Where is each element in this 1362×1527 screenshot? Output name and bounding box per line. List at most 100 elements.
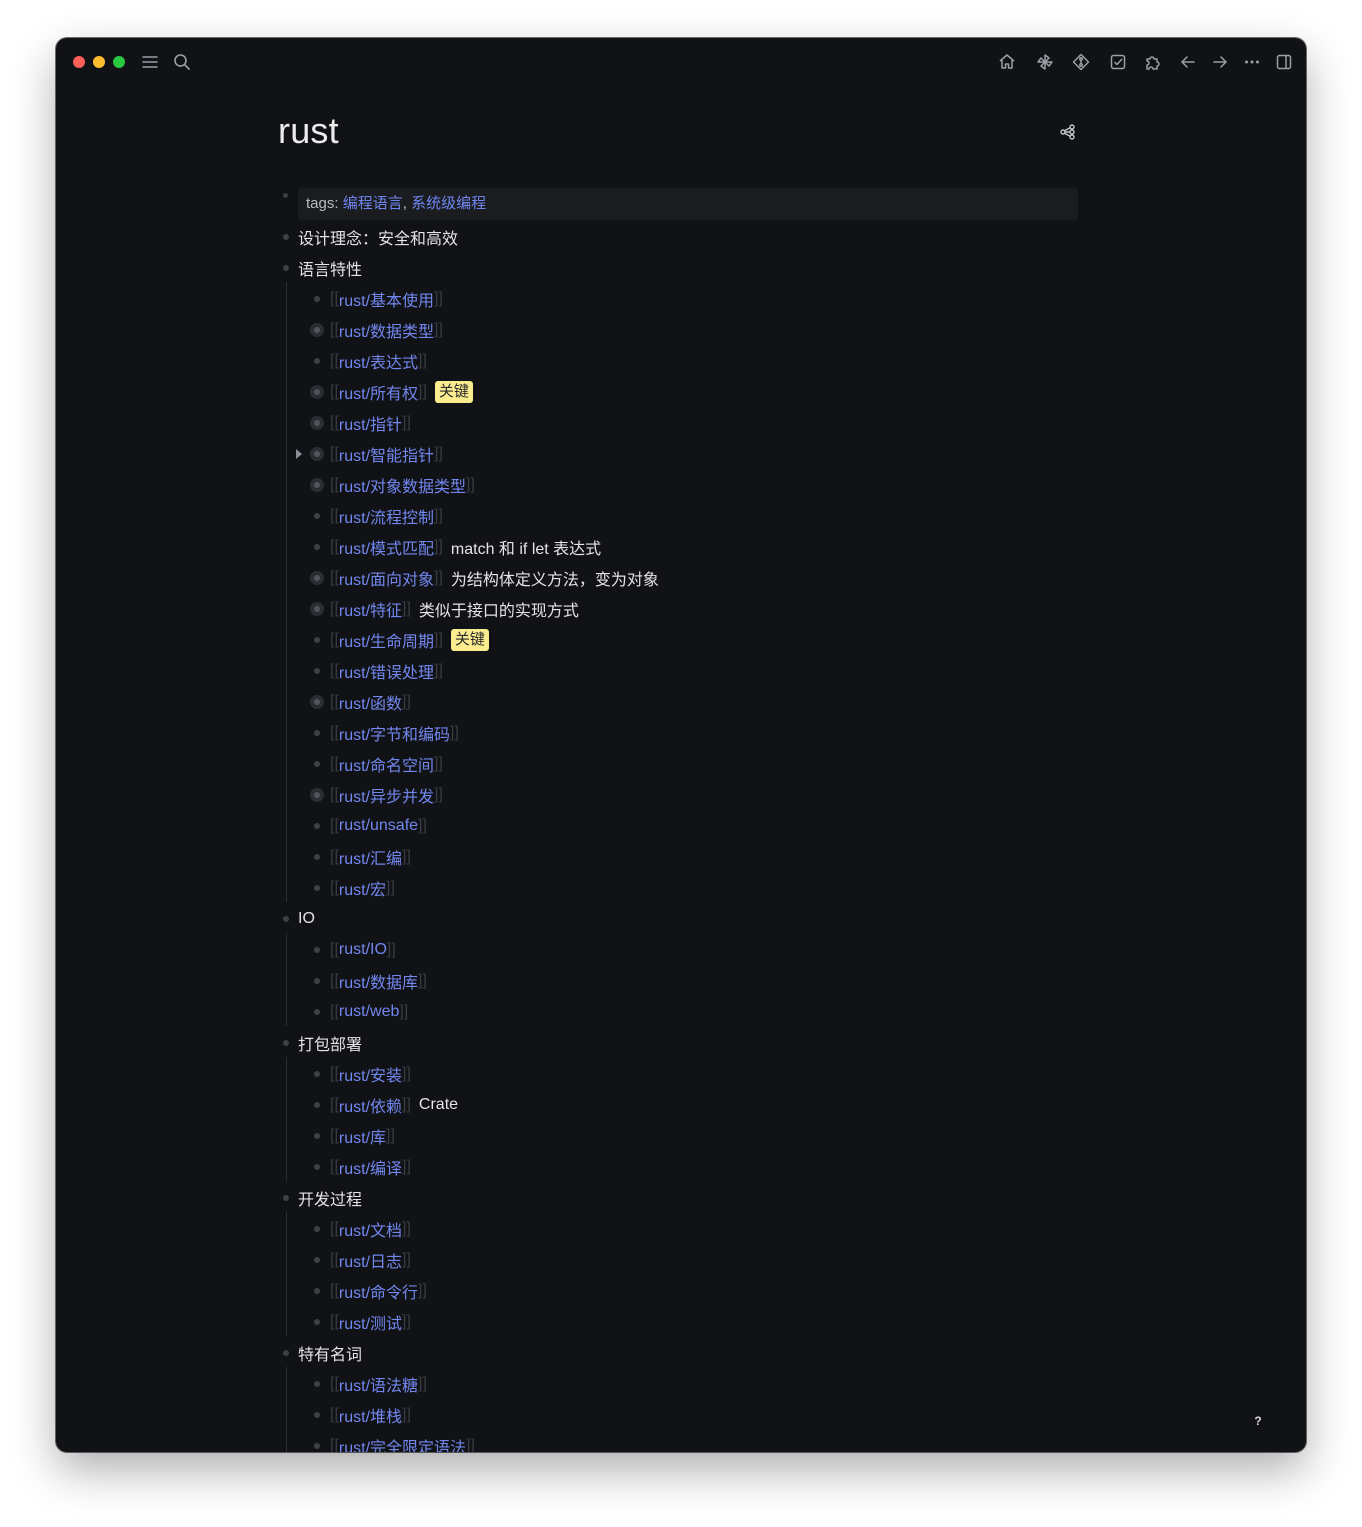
block-bullet[interactable] [309, 1376, 325, 1392]
forward-icon[interactable] [1210, 52, 1230, 72]
properties-bullet[interactable] [283, 193, 288, 198]
block-bullet[interactable] [278, 1345, 294, 1361]
block-bullet[interactable] [309, 539, 325, 555]
plugin-pinwheel-icon[interactable] [1035, 52, 1055, 72]
block-text[interactable]: 设计理念：安全和高效 [298, 225, 458, 249]
page-link[interactable]: rust/错误处理 [339, 659, 434, 683]
block-bullet[interactable] [309, 1252, 325, 1268]
page-link[interactable]: rust/异步并发 [339, 783, 434, 807]
block-text[interactable]: 开发过程 [298, 1186, 362, 1210]
block-bullet[interactable] [309, 1221, 325, 1237]
page-link[interactable]: rust/所有权 [339, 380, 418, 404]
home-icon[interactable] [997, 52, 1017, 72]
page-properties[interactable]: tags: 编程语言, 系统级编程 [298, 188, 1078, 220]
collapsed-block-bullet[interactable] [310, 447, 324, 461]
page-link[interactable]: rust/对象数据类型 [339, 473, 466, 497]
page-link[interactable]: rust/文档 [339, 1217, 402, 1241]
page-link[interactable]: rust/模式匹配 [339, 535, 434, 559]
page-link[interactable]: rust/编译 [339, 1155, 402, 1179]
page-link[interactable]: rust/语法糖 [339, 1372, 418, 1396]
expand-arrow-icon[interactable] [296, 449, 302, 459]
block-bullet[interactable] [309, 353, 325, 369]
block-text[interactable]: 语言特性 [298, 256, 362, 280]
block-text[interactable]: 打包部署 [298, 1031, 362, 1055]
more-icon[interactable] [1242, 52, 1262, 72]
page-link[interactable]: rust/指针 [339, 411, 402, 435]
back-icon[interactable] [1178, 52, 1198, 72]
block-bullet[interactable] [309, 1066, 325, 1082]
page-link[interactable]: rust/依赖 [339, 1093, 402, 1117]
block-bullet[interactable] [309, 1004, 325, 1020]
page-link[interactable]: rust/测试 [339, 1310, 402, 1334]
collapsed-block-bullet[interactable] [310, 385, 324, 399]
page-link[interactable]: rust/表达式 [339, 349, 418, 373]
block-bullet[interactable] [309, 508, 325, 524]
block-note[interactable]: 类似于接口的实现方式 [419, 597, 579, 621]
minimize-window-button[interactable] [93, 56, 105, 68]
block-bullet[interactable] [278, 1190, 294, 1206]
collapsed-block-bullet[interactable] [310, 478, 324, 492]
block-bullet[interactable] [278, 911, 294, 927]
search-icon[interactable] [172, 52, 192, 72]
page-link[interactable]: rust/面向对象 [339, 566, 434, 590]
block-note[interactable]: 为结构体定义方法，变为对象 [451, 566, 659, 590]
block-bullet[interactable] [309, 663, 325, 679]
git-icon[interactable] [1071, 52, 1091, 72]
extensions-icon[interactable] [1143, 52, 1163, 72]
page-link[interactable]: rust/命名空间 [339, 752, 434, 776]
collapsed-block-bullet[interactable] [310, 571, 324, 585]
page-link[interactable]: rust/日志 [339, 1248, 402, 1272]
block-text[interactable]: 特有名词 [298, 1341, 362, 1365]
page-link[interactable]: rust/数据库 [339, 969, 418, 993]
block-text[interactable]: IO [298, 910, 315, 928]
page-link[interactable]: rust/完全限定语法 [339, 1434, 466, 1452]
collapsed-block-bullet[interactable] [310, 602, 324, 616]
page-link[interactable]: rust/汇编 [339, 845, 402, 869]
block-bullet[interactable] [309, 1407, 325, 1423]
page-link[interactable]: rust/宏 [339, 876, 386, 900]
page-link[interactable]: rust/web [339, 1003, 399, 1021]
highlight-mark[interactable]: 关键 [434, 381, 473, 403]
page-title[interactable]: rust [278, 110, 339, 152]
block-bullet[interactable] [309, 880, 325, 896]
block-bullet[interactable] [278, 260, 294, 276]
page-link[interactable]: rust/生命周期 [339, 628, 434, 652]
tag-link[interactable]: 编程语言 [343, 195, 403, 212]
todo-icon[interactable] [1108, 52, 1128, 72]
highlight-mark[interactable]: 关键 [450, 629, 489, 651]
page-link[interactable]: rust/命令行 [339, 1279, 418, 1303]
graph-view-icon[interactable] [1058, 122, 1078, 142]
block-bullet[interactable] [309, 849, 325, 865]
block-bullet[interactable] [309, 756, 325, 772]
page-link[interactable]: rust/流程控制 [339, 504, 434, 528]
page-link[interactable]: rust/特征 [339, 597, 402, 621]
block-bullet[interactable] [309, 818, 325, 834]
block-note[interactable]: match 和 if let 表达式 [451, 535, 601, 559]
block-bullet[interactable] [309, 1283, 325, 1299]
page-link[interactable]: rust/堆栈 [339, 1403, 402, 1427]
collapsed-block-bullet[interactable] [310, 416, 324, 430]
block-bullet[interactable] [309, 1097, 325, 1113]
collapsed-block-bullet[interactable] [310, 788, 324, 802]
page-link[interactable]: rust/安装 [339, 1062, 402, 1086]
help-button[interactable]: ? [1247, 1410, 1269, 1432]
page-link[interactable]: rust/库 [339, 1124, 386, 1148]
page-link[interactable]: rust/字节和编码 [339, 721, 450, 745]
sidebar-toggle-icon[interactable] [1274, 52, 1294, 72]
tag-link[interactable]: 系统级编程 [411, 195, 486, 212]
block-bullet[interactable] [309, 942, 325, 958]
block-bullet[interactable] [309, 973, 325, 989]
close-window-button[interactable] [73, 56, 85, 68]
block-bullet[interactable] [309, 291, 325, 307]
block-bullet[interactable] [309, 632, 325, 648]
block-bullet[interactable] [278, 1035, 294, 1051]
page-link[interactable]: rust/函数 [339, 690, 402, 714]
block-note[interactable]: Crate [419, 1096, 458, 1114]
page-link[interactable]: rust/数据类型 [339, 318, 434, 342]
page-link[interactable]: rust/基本使用 [339, 287, 434, 311]
collapsed-block-bullet[interactable] [310, 695, 324, 709]
page-link[interactable]: rust/智能指针 [339, 442, 434, 466]
maximize-window-button[interactable] [113, 56, 125, 68]
page-link[interactable]: rust/IO [339, 941, 387, 959]
block-bullet[interactable] [309, 1128, 325, 1144]
